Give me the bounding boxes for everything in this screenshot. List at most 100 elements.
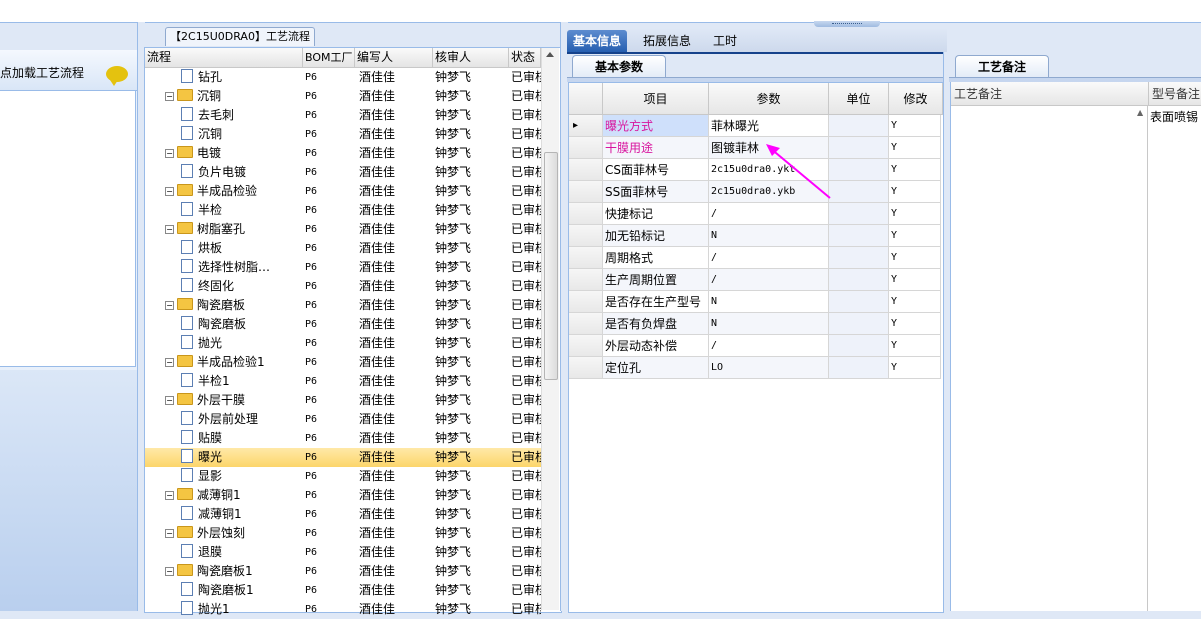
row-selector[interactable] xyxy=(569,313,603,335)
flow-tree-row[interactable]: − 陶瓷磨板1 P6 酒佳佳 钟梦飞 已审核 xyxy=(145,562,541,581)
param-unit-cell[interactable] xyxy=(829,225,889,247)
param-modify-cell[interactable]: Y xyxy=(889,203,941,225)
row-selector[interactable] xyxy=(569,247,603,269)
col-header-unit[interactable]: 单位 xyxy=(829,83,889,115)
splitter-middle[interactable] xyxy=(560,22,568,611)
flow-tree-row[interactable]: − 陶瓷磨板 P6 酒佳佳 钟梦飞 已审核 xyxy=(145,296,541,315)
collapse-toggle-icon[interactable]: − xyxy=(165,567,174,576)
col-header-flow[interactable]: 流程 xyxy=(145,48,303,67)
collapse-toggle-icon[interactable]: − xyxy=(165,149,174,158)
flow-tree-row[interactable]: 选择性树脂… P6 酒佳佳 钟梦飞 已审核 xyxy=(145,258,541,277)
param-modify-cell[interactable]: Y xyxy=(889,335,941,357)
row-selector[interactable] xyxy=(569,269,603,291)
row-selector[interactable] xyxy=(569,291,603,313)
param-modify-cell[interactable]: Y xyxy=(889,269,941,291)
param-row[interactable]: 生产周期位置 / Y xyxy=(569,269,943,291)
row-selector[interactable] xyxy=(569,181,603,203)
param-value-cell[interactable]: 菲林曝光 xyxy=(709,115,829,137)
param-value-cell[interactable]: / xyxy=(709,247,829,269)
param-value-cell[interactable]: N xyxy=(709,291,829,313)
param-row[interactable]: 外层动态补偿 / Y xyxy=(569,335,943,357)
param-item-cell[interactable]: 曝光方式 xyxy=(603,115,709,137)
col-header-reviewer[interactable]: 核审人 xyxy=(433,48,509,67)
row-selector[interactable] xyxy=(569,137,603,159)
param-item-cell[interactable]: 快捷标记 xyxy=(603,203,709,225)
flow-tree-scrollbar[interactable] xyxy=(541,48,559,610)
param-modify-cell[interactable]: Y xyxy=(889,137,941,159)
param-modify-cell[interactable]: Y xyxy=(889,181,941,203)
collapse-toggle-icon[interactable]: − xyxy=(165,396,174,405)
scroll-up-icon[interactable] xyxy=(546,52,554,57)
collapse-toggle-icon[interactable]: − xyxy=(165,301,174,310)
param-unit-cell[interactable] xyxy=(829,269,889,291)
row-selector[interactable] xyxy=(569,225,603,247)
flow-tree-row[interactable]: 显影 P6 酒佳佳 钟梦飞 已审核 xyxy=(145,467,541,486)
row-selector[interactable] xyxy=(569,203,603,225)
flow-tree-row[interactable]: − 半成品检验 P6 酒佳佳 钟梦飞 已审核 xyxy=(145,182,541,201)
collapse-toggle-icon[interactable]: − xyxy=(165,225,174,234)
param-unit-cell[interactable] xyxy=(829,247,889,269)
flow-tree-row[interactable]: − 减薄铜1 P6 酒佳佳 钟梦飞 已审核 xyxy=(145,486,541,505)
param-row[interactable]: CS面菲林号 2c15u0dra0.ykt Y xyxy=(569,159,943,181)
collapse-toggle-icon[interactable]: − xyxy=(165,92,174,101)
collapse-toggle-icon[interactable]: − xyxy=(165,358,174,367)
param-value-cell[interactable]: LO xyxy=(709,357,829,379)
param-modify-cell[interactable]: Y xyxy=(889,225,941,247)
col-header-bom[interactable]: BOM工厂 xyxy=(303,48,355,67)
flow-tree-row[interactable]: 终固化 P6 酒佳佳 钟梦飞 已审核 xyxy=(145,277,541,296)
col-header-writer[interactable]: 编写人 xyxy=(355,48,433,67)
splitter-right[interactable] xyxy=(943,52,950,611)
param-unit-cell[interactable] xyxy=(829,115,889,137)
col-header-status[interactable]: 状态 xyxy=(509,48,541,67)
row-selector[interactable]: ▸ xyxy=(569,115,603,137)
param-item-cell[interactable]: 外层动态补偿 xyxy=(603,335,709,357)
param-item-cell[interactable]: 加无铅标记 xyxy=(603,225,709,247)
param-item-cell[interactable]: 干膜用途 xyxy=(603,137,709,159)
type-remark-cell[interactable]: 表面喷锡 xyxy=(1150,106,1201,128)
param-item-cell[interactable]: 生产周期位置 xyxy=(603,269,709,291)
param-unit-cell[interactable] xyxy=(829,203,889,225)
param-modify-cell[interactable]: Y xyxy=(889,313,941,335)
col-header-param[interactable]: 参数 xyxy=(709,83,829,115)
param-unit-cell[interactable] xyxy=(829,335,889,357)
param-item-cell[interactable]: 周期格式 xyxy=(603,247,709,269)
flow-tree-row[interactable]: 外层前处理 P6 酒佳佳 钟梦飞 已审核 xyxy=(145,410,541,429)
param-value-cell[interactable]: / xyxy=(709,269,829,291)
param-value-cell[interactable]: / xyxy=(709,203,829,225)
process-remark-cell[interactable] xyxy=(951,106,1148,611)
flow-tree-row[interactable]: 退膜 P6 酒佳佳 钟梦飞 已审核 xyxy=(145,543,541,562)
param-unit-cell[interactable] xyxy=(829,313,889,335)
tab-work-hours[interactable]: 工时 xyxy=(707,30,743,52)
param-row[interactable]: 干膜用途 图镀菲林 Y xyxy=(569,137,943,159)
flow-tree-row[interactable]: 烘板 P6 酒佳佳 钟梦飞 已审核 xyxy=(145,239,541,258)
flow-tree-row[interactable]: 负片电镀 P6 酒佳佳 钟梦飞 已审核 xyxy=(145,163,541,182)
param-item-cell[interactable]: 是否有负焊盘 xyxy=(603,313,709,335)
collapse-toggle-icon[interactable]: − xyxy=(165,491,174,500)
param-row[interactable]: 周期格式 / Y xyxy=(569,247,943,269)
param-modify-cell[interactable]: Y xyxy=(889,115,941,137)
flow-tree-row[interactable]: − 树脂塞孔 P6 酒佳佳 钟梦飞 已审核 xyxy=(145,220,541,239)
col-header-type-remark[interactable]: 型号备注 xyxy=(1149,82,1201,106)
col-header-process-remark[interactable]: 工艺备注 xyxy=(951,82,1149,106)
param-row[interactable]: 是否有负焊盘 N Y xyxy=(569,313,943,335)
tab-extended-info[interactable]: 拓展信息 xyxy=(637,30,697,52)
flow-tree-row[interactable]: 抛光 P6 酒佳佳 钟梦飞 已审核 xyxy=(145,334,541,353)
flow-tree-row[interactable]: − 沉铜 P6 酒佳佳 钟梦飞 已审核 xyxy=(145,87,541,106)
flow-tree-row[interactable]: 陶瓷磨板 P6 酒佳佳 钟梦飞 已审核 xyxy=(145,315,541,334)
param-value-cell[interactable]: N xyxy=(709,313,829,335)
row-selector[interactable] xyxy=(569,335,603,357)
param-value-cell[interactable]: N xyxy=(709,225,829,247)
tab-basic-params[interactable]: 基本参数 xyxy=(572,55,666,78)
flow-tree-row[interactable]: 陶瓷磨板1 P6 酒佳佳 钟梦飞 已审核 xyxy=(145,581,541,600)
col-header-modify[interactable]: 修改 xyxy=(889,83,943,115)
param-modify-cell[interactable]: Y xyxy=(889,357,941,379)
flow-tree-row[interactable]: − 电镀 P6 酒佳佳 钟梦飞 已审核 xyxy=(145,144,541,163)
flow-tree-row[interactable]: − 半成品检验1 P6 酒佳佳 钟梦飞 已审核 xyxy=(145,353,541,372)
flow-tree-row[interactable]: − 外层蚀刻 P6 酒佳佳 钟梦飞 已审核 xyxy=(145,524,541,543)
param-row[interactable]: ▸ 曝光方式 菲林曝光 Y xyxy=(569,115,943,137)
scrollbar-thumb[interactable] xyxy=(544,152,558,380)
load-flow-label[interactable]: 点加载工艺流程 xyxy=(0,64,84,81)
flow-tree-row[interactable]: 半检 P6 酒佳佳 钟梦飞 已审核 xyxy=(145,201,541,220)
param-item-cell[interactable]: 定位孔 xyxy=(603,357,709,379)
flow-tree-row[interactable]: 曝光 P6 酒佳佳 钟梦飞 已审核 xyxy=(145,448,541,467)
